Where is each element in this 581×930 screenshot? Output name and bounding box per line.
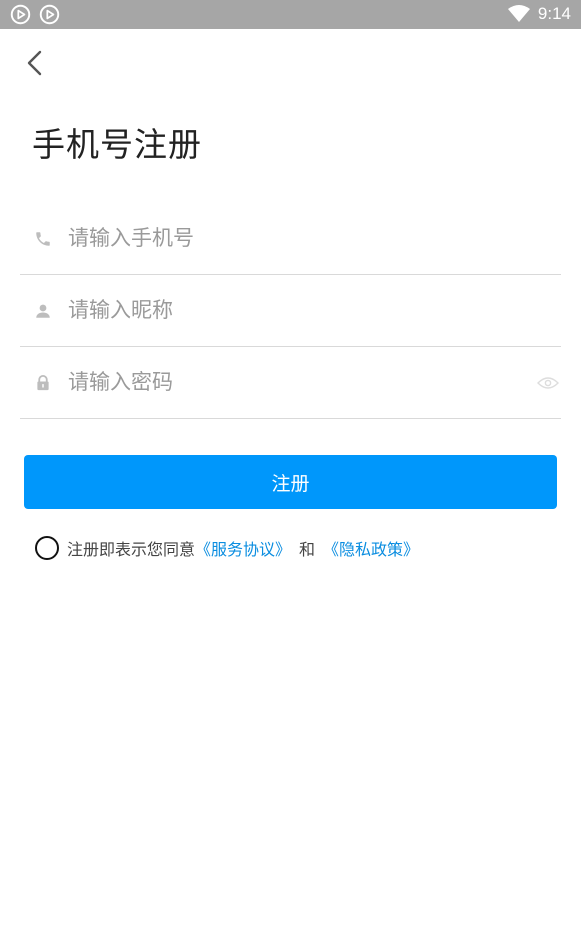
password-input[interactable]: [68, 366, 508, 398]
lock-icon: [37, 374, 49, 391]
privacy-link[interactable]: 《隐私政策》: [323, 536, 419, 560]
play-circle-icon: [10, 4, 31, 25]
chevron-left-icon: [27, 50, 42, 76]
password-field: [20, 346, 561, 419]
phone-field: [20, 202, 561, 275]
agreement-text: 注册即表示您同意: [67, 540, 196, 559]
register-button[interactable]: 注册: [24, 455, 557, 509]
terms-link[interactable]: 《服务协议》: [195, 536, 291, 560]
wifi-icon: [507, 5, 530, 22]
phone-input[interactable]: [68, 222, 508, 254]
status-bar-notifications: [10, 4, 60, 25]
eye-icon[interactable]: [537, 376, 559, 390]
page-title: 手机号注册: [32, 125, 202, 164]
nickname-input[interactable]: [68, 294, 508, 326]
status-time: 9:14: [537, 4, 571, 23]
play-circle-icon: [39, 4, 60, 25]
back-button[interactable]: [22, 48, 48, 78]
phone-icon: [36, 232, 50, 246]
status-bar: 9:14: [0, 0, 581, 29]
agreement-checkbox[interactable]: [35, 536, 59, 560]
agreement-and: 和: [299, 540, 316, 559]
nickname-field: [20, 274, 561, 347]
user-icon: [36, 304, 50, 318]
agreement-row: 注册即表示您同意 《服务协议》 和 《隐私政策》: [35, 535, 419, 561]
